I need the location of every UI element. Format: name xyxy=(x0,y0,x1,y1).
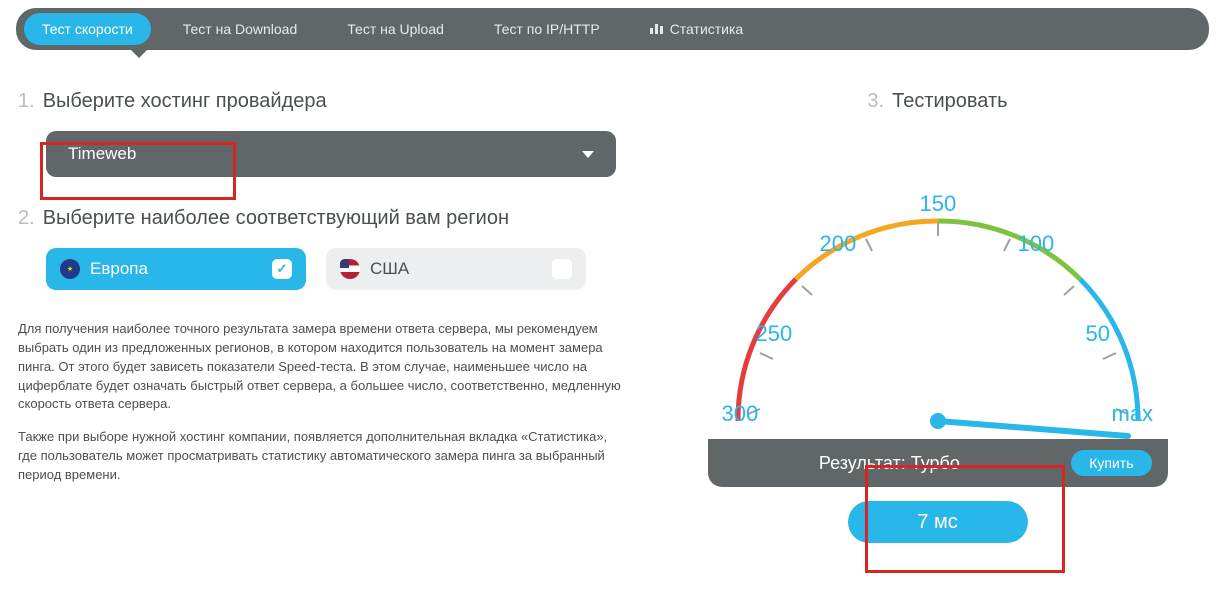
check-empty-icon xyxy=(552,259,572,279)
tick-100: 100 xyxy=(1018,231,1055,257)
tab-pointer xyxy=(131,50,147,58)
tab-label: Статистика xyxy=(670,21,744,37)
description-1: Для получения наиболее точного результат… xyxy=(18,320,628,414)
flag-eu-icon xyxy=(60,259,80,279)
provider-dropdown[interactable]: Timeweb xyxy=(46,131,616,177)
tab-label: Тест на Download xyxy=(183,21,298,37)
tab-download[interactable]: Тест на Download xyxy=(165,13,316,45)
tab-iphttp[interactable]: Тест по IP/HTTP xyxy=(476,13,618,45)
tick-150: 150 xyxy=(920,191,957,217)
tab-label: Тест на Upload xyxy=(347,21,444,37)
flag-us-icon xyxy=(340,259,360,279)
step2-number: 2. xyxy=(18,207,35,230)
tick-200: 200 xyxy=(820,231,857,257)
region-europe[interactable]: Европа ✓ xyxy=(46,248,306,290)
region-label: Европа xyxy=(90,259,148,279)
step1-title: Выберите хостинг провайдера xyxy=(43,90,327,113)
result-bar: Результат: Турбо Купить xyxy=(708,439,1168,487)
speed-gauge: 300 250 200 150 100 50 max xyxy=(698,131,1178,441)
tick-250: 250 xyxy=(756,321,793,347)
tab-label: Тест по IP/HTTP xyxy=(494,21,600,37)
step3-title: Тестировать xyxy=(892,90,1007,113)
description-2: Также при выборе нужной хостинг компании… xyxy=(18,428,628,485)
step2-title: Выберите наиболее соответствующий вам ре… xyxy=(43,207,509,230)
buy-button[interactable]: Купить xyxy=(1071,450,1151,476)
tab-label: Тест скорости xyxy=(42,21,133,37)
tick-max: max xyxy=(1112,401,1154,427)
tab-speed[interactable]: Тест скорости xyxy=(24,13,151,45)
tab-bar: Тест скорости Тест на Download Тест на U… xyxy=(16,8,1209,50)
stats-icon xyxy=(650,21,664,37)
region-label: США xyxy=(370,259,409,279)
check-icon: ✓ xyxy=(272,259,292,279)
tick-300: 300 xyxy=(722,401,759,427)
result-value: 7 мс xyxy=(848,501,1028,543)
tab-upload[interactable]: Тест на Upload xyxy=(329,13,462,45)
tab-stats[interactable]: Статистика xyxy=(632,13,762,45)
step1-number: 1. xyxy=(18,90,35,113)
step3-number: 3. xyxy=(867,90,884,113)
provider-selected: Timeweb xyxy=(68,144,136,164)
tick-50: 50 xyxy=(1086,321,1110,347)
chevron-down-icon xyxy=(582,151,594,158)
region-usa[interactable]: США xyxy=(326,248,586,290)
result-label: Результат: Турбо xyxy=(708,453,1072,474)
